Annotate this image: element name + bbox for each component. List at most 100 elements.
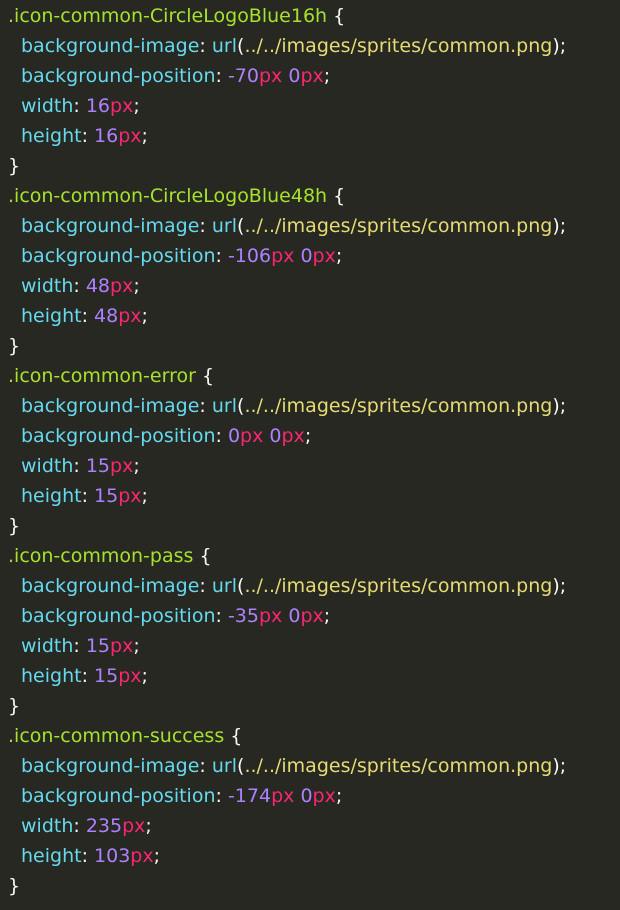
property-name: background-image [21, 215, 200, 237]
semicolon: ; [141, 125, 148, 147]
colon: : [81, 845, 95, 867]
number-value: 15 [94, 665, 119, 687]
selector-line[interactable]: .icon-common-CircleLogoBlue48h { [0, 181, 620, 211]
declaration-line[interactable]: height: 103px; [0, 841, 620, 871]
paren-close: ); [552, 215, 567, 237]
property-name: height [21, 665, 82, 687]
property-name: width [21, 635, 74, 657]
number-value: 15 [85, 455, 111, 477]
colon: : [215, 245, 228, 267]
colon: : [215, 425, 228, 447]
semicolon: ; [141, 305, 148, 327]
declaration-line[interactable]: background-position: -174px 0px; [0, 781, 620, 811]
paren-close: ); [552, 575, 567, 597]
declaration-line[interactable]: background-position: -106px 0px; [0, 241, 620, 271]
declaration-line[interactable]: height: 16px; [0, 121, 620, 151]
colon: : [199, 755, 212, 777]
property-name: width [21, 95, 74, 117]
close-brace: } [8, 155, 21, 177]
selector-line[interactable]: .icon-common-success { [0, 721, 620, 751]
declaration-line[interactable]: background-position: 0px 0px; [0, 421, 620, 451]
paren-close: ); [552, 395, 567, 417]
property-name: background-position [21, 245, 216, 267]
semicolon: ; [133, 635, 140, 657]
closing-brace-line[interactable]: } [0, 151, 620, 181]
selector-line[interactable]: .icon-common-error { [0, 361, 620, 391]
number-value: 0 [288, 605, 301, 627]
declaration-line[interactable]: height: 48px; [0, 301, 620, 331]
property-name: width [21, 815, 74, 837]
number-value: 15 [94, 485, 119, 507]
number-value: 103 [94, 845, 131, 867]
unit-value: px [300, 65, 324, 87]
declaration-line[interactable]: height: 15px; [0, 481, 620, 511]
closing-brace-line[interactable]: } [0, 511, 620, 541]
number-value: 0 [288, 65, 301, 87]
number-value: -70 [227, 65, 259, 87]
unit-value: px [110, 635, 134, 657]
colon: : [73, 455, 86, 477]
open-brace: { [327, 5, 346, 27]
closing-brace-line[interactable]: } [0, 871, 620, 901]
number-value: 16 [85, 95, 111, 117]
css-selector: .icon-common-success [8, 725, 225, 747]
paren-close: ); [552, 35, 567, 57]
css-selector: .icon-common-pass [8, 545, 194, 567]
paren-close: ); [552, 755, 567, 777]
colon: : [81, 305, 95, 327]
unit-value: px [312, 785, 336, 807]
open-brace: { [327, 185, 346, 207]
number-value: -106 [227, 245, 272, 267]
colon: : [199, 35, 212, 57]
unit-value: px [281, 425, 305, 447]
url-function: url [211, 215, 238, 237]
declaration-line[interactable]: background-image: url(../../images/sprit… [0, 391, 620, 421]
url-function: url [211, 395, 238, 417]
declaration-line[interactable]: background-image: url(../../images/sprit… [0, 31, 620, 61]
number-value: -174 [227, 785, 272, 807]
selector-line[interactable]: .icon-common-CircleLogoBlue16h { [0, 1, 620, 31]
declaration-line[interactable]: background-image: url(../../images/sprit… [0, 751, 620, 781]
declaration-line[interactable]: width: 16px; [0, 91, 620, 121]
declaration-line[interactable]: background-image: url(../../images/sprit… [0, 571, 620, 601]
number-value: 16 [94, 125, 119, 147]
closing-brace-line[interactable]: } [0, 331, 620, 361]
selector-line[interactable]: .icon-common-pass { [0, 541, 620, 571]
unit-value: px [118, 485, 142, 507]
unit-value: px [130, 845, 154, 867]
unit-value: px [110, 275, 134, 297]
number-value: 0 [300, 785, 313, 807]
semicolon: ; [133, 95, 140, 117]
url-function: url [211, 755, 238, 777]
semicolon: ; [335, 785, 343, 807]
semicolon: ; [141, 665, 148, 687]
property-name: height [21, 485, 82, 507]
declaration-line[interactable]: width: 15px; [0, 451, 620, 481]
property-name: width [21, 275, 74, 297]
close-brace: } [8, 335, 21, 357]
declaration-line[interactable]: background-image: url(../../images/sprit… [0, 211, 620, 241]
property-name: background-image [21, 755, 200, 777]
unit-value: px [259, 605, 283, 627]
declaration-line[interactable]: background-position: -70px 0px; [0, 61, 620, 91]
declaration-line[interactable]: height: 15px; [0, 661, 620, 691]
code-editor[interactable]: .icon-common-CircleLogoBlue16h {backgrou… [0, 0, 620, 910]
closing-brace-line[interactable]: } [0, 691, 620, 721]
semicolon: ; [145, 815, 152, 837]
css-selector: .icon-common-error [8, 365, 196, 387]
property-name: height [21, 845, 82, 867]
colon: : [73, 95, 86, 117]
semicolon: ; [133, 275, 140, 297]
colon: : [215, 785, 228, 807]
colon: : [73, 635, 86, 657]
url-value: ../../images/sprites/common.png [244, 575, 553, 597]
property-name: background-position [21, 425, 216, 447]
declaration-line[interactable]: background-position: -35px 0px; [0, 601, 620, 631]
url-value: ../../images/sprites/common.png [244, 215, 553, 237]
number-value: 48 [85, 275, 111, 297]
unit-value: px [118, 305, 142, 327]
colon: : [73, 815, 86, 837]
declaration-line[interactable]: width: 15px; [0, 631, 620, 661]
declaration-line[interactable]: width: 235px; [0, 811, 620, 841]
declaration-line[interactable]: width: 48px; [0, 271, 620, 301]
